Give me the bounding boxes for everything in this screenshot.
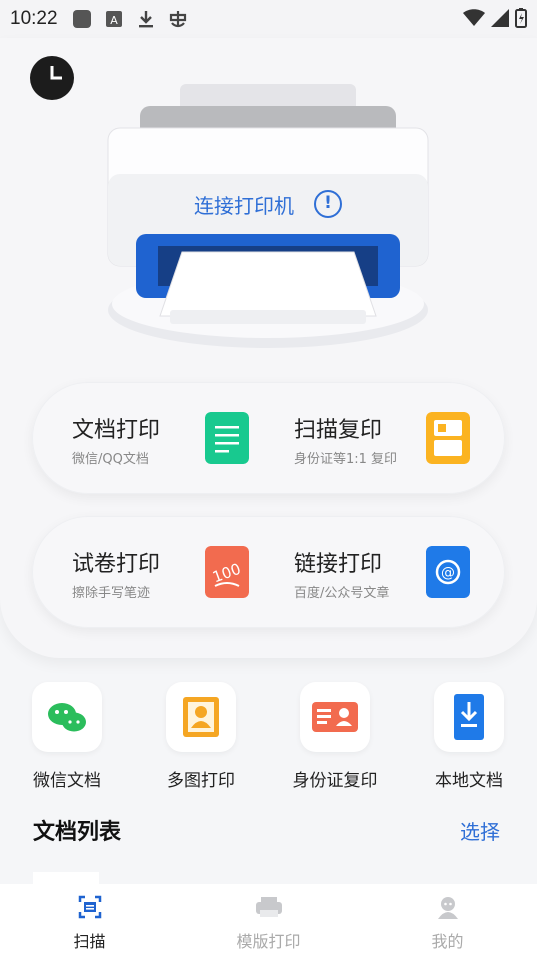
signal-icon bbox=[491, 9, 509, 27]
top-card: 连接打印机 ! 文档打印 微信/QQ文档 扫描复印 身份证等1:1 复印 试卷打… bbox=[0, 38, 537, 658]
feature-scan-copy[interactable]: 扫描复印 身份证等1:1 复印 bbox=[294, 382, 494, 494]
exam-score-icon: 100 bbox=[205, 546, 249, 598]
feature-title: 试卷打印 bbox=[72, 552, 161, 577]
font-a-icon: A bbox=[105, 11, 122, 27]
tool-wechat-docs[interactable]: 微信文档 bbox=[17, 682, 117, 791]
svg-text:@: @ bbox=[441, 565, 455, 581]
scan-icon bbox=[78, 895, 101, 919]
status-bar: 10:22 A bbox=[0, 0, 537, 38]
battery-charging-icon bbox=[515, 8, 527, 28]
clock-icon bbox=[50, 66, 62, 80]
link-at-icon: @ bbox=[426, 546, 470, 598]
bottom-nav: 扫描 模版打印 我的 bbox=[0, 884, 537, 956]
tool-label: 微信文档 bbox=[33, 771, 101, 791]
select-button[interactable]: 选择 bbox=[460, 816, 500, 845]
nav-label: 扫描 bbox=[73, 932, 106, 951]
doc-list-item[interactable] bbox=[33, 872, 99, 884]
feature-subtitle: 百度/公众号文章 bbox=[294, 586, 390, 601]
wifi-icon bbox=[463, 9, 485, 26]
nav-scan[interactable]: 扫描 bbox=[0, 884, 179, 956]
tool-icon-box bbox=[434, 682, 504, 752]
nav-template-print[interactable]: 模版打印 bbox=[179, 884, 358, 956]
local-download-icon bbox=[454, 694, 484, 740]
notification-square-icon bbox=[72, 10, 91, 28]
nav-label: 我的 bbox=[431, 932, 464, 951]
bug-icon bbox=[169, 11, 186, 28]
feature-subtitle: 擦除手写笔迹 bbox=[72, 586, 151, 601]
feature-row-1: 文档打印 微信/QQ文档 扫描复印 身份证等1:1 复印 bbox=[32, 382, 505, 494]
history-button[interactable] bbox=[30, 56, 74, 100]
printer-illustration[interactable] bbox=[100, 84, 436, 364]
feature-title: 文档打印 bbox=[72, 418, 161, 443]
svg-text:A: A bbox=[110, 14, 118, 27]
photo-portrait-icon bbox=[183, 697, 219, 737]
info-icon[interactable]: ! bbox=[314, 190, 342, 218]
document-icon bbox=[205, 412, 249, 464]
nav-profile[interactable]: 我的 bbox=[358, 884, 537, 956]
download-icon bbox=[138, 11, 153, 28]
tool-icon-box bbox=[300, 682, 370, 752]
printer-icon bbox=[255, 897, 282, 917]
tool-label: 身份证复印 bbox=[292, 771, 378, 791]
tool-id-card-copy[interactable]: 身份证复印 bbox=[285, 682, 385, 791]
id-card-icon bbox=[312, 702, 358, 732]
feature-exam-print[interactable]: 试卷打印 擦除手写笔迹 100 bbox=[72, 516, 252, 628]
feature-document-print[interactable]: 文档打印 微信/QQ文档 bbox=[72, 382, 252, 494]
profile-icon bbox=[437, 897, 458, 919]
feature-row-2: 试卷打印 擦除手写笔迹 100 链接打印 百度/公众号文章 @ bbox=[32, 516, 505, 628]
feature-title: 扫描复印 bbox=[294, 418, 383, 443]
tool-icon-box bbox=[166, 682, 236, 752]
connect-printer-label[interactable]: 连接打印机 bbox=[194, 190, 294, 219]
scan-copy-icon bbox=[426, 412, 470, 464]
status-time: 10:22 bbox=[10, 8, 58, 29]
tool-local-docs[interactable]: 本地文档 bbox=[419, 682, 519, 791]
doc-list-title: 文档列表 bbox=[33, 820, 122, 845]
feature-subtitle: 身份证等1:1 复印 bbox=[294, 452, 398, 467]
tool-label: 本地文档 bbox=[435, 771, 503, 791]
feature-subtitle: 微信/QQ文档 bbox=[72, 452, 149, 467]
nav-label: 模版打印 bbox=[236, 932, 301, 951]
wechat-icon bbox=[48, 703, 86, 732]
feature-title: 链接打印 bbox=[294, 552, 383, 577]
feature-link-print[interactable]: 链接打印 百度/公众号文章 @ bbox=[294, 516, 494, 628]
tool-label: 多图打印 bbox=[167, 771, 235, 791]
tool-multi-image-print[interactable]: 多图打印 bbox=[151, 682, 251, 791]
tool-icon-box bbox=[32, 682, 102, 752]
